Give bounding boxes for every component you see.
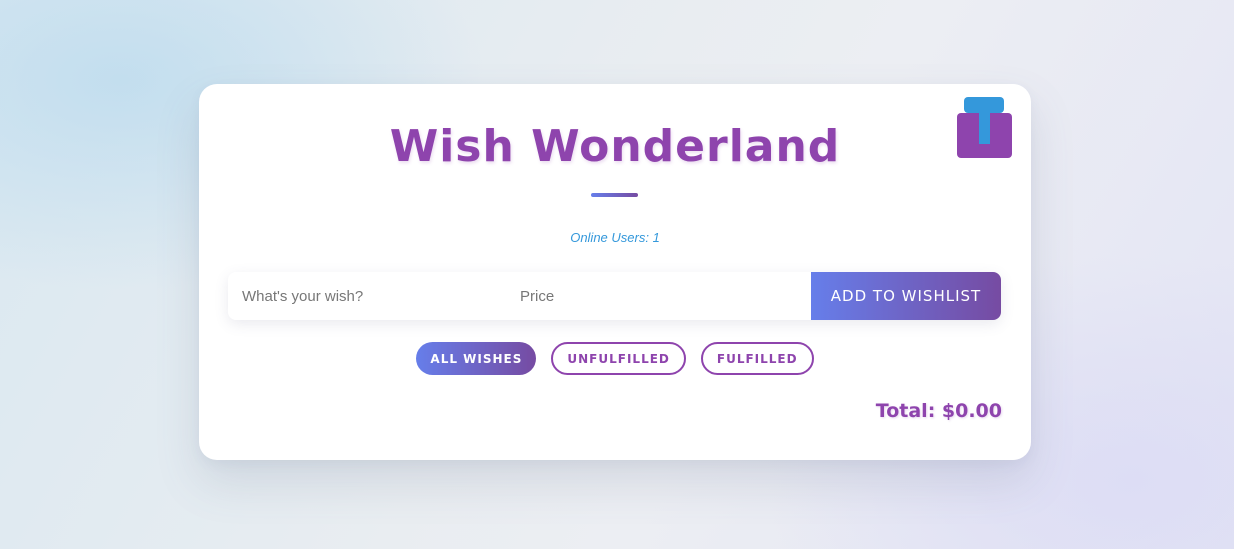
wishlist-card: Wish Wonderland Online Users: 1 ADD TO W… (199, 84, 1031, 460)
total-amount: Total: $0.00 (875, 400, 1002, 422)
add-to-wishlist-button[interactable]: ADD TO WISHLIST (811, 272, 1001, 320)
filter-bar: ALL WISHES UNFULFILLED FULFILLED (199, 342, 1031, 375)
wish-input[interactable] (228, 272, 506, 320)
filter-fulfilled[interactable]: FULFILLED (700, 342, 814, 375)
add-wish-form: ADD TO WISHLIST (228, 272, 1001, 320)
title-underline (591, 193, 638, 197)
online-users-status: Online Users: 1 (570, 230, 660, 245)
price-input[interactable] (506, 272, 811, 320)
page-title: Wish Wonderland (389, 121, 841, 172)
filter-all-wishes[interactable]: ALL WISHES (416, 342, 537, 375)
filter-unfulfilled[interactable]: UNFULFILLED (551, 342, 686, 375)
gift-lid (964, 97, 1004, 113)
